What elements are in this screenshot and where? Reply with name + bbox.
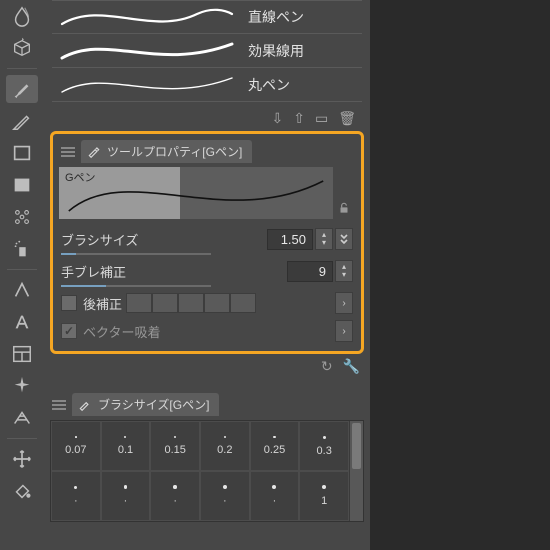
rectangle-fill-icon[interactable]: [6, 171, 38, 199]
preset-label: 直線ペン: [242, 7, 362, 27]
brush-size-cell[interactable]: 1: [299, 471, 349, 521]
perspective-tool-icon[interactable]: [6, 404, 38, 432]
brush-size-panel: ブラシサイズ[Gペン] 0.07 0.1 0.15 0.2 0.25 0.3 ·…: [50, 387, 364, 522]
brush-preset-item[interactable]: 丸ペン: [52, 68, 362, 102]
panel-header: ツールプロパティ[Gペン]: [53, 134, 361, 165]
stabilization-row: 手ブレ補正 9 ▴▾: [61, 257, 353, 285]
stabilization-label: 手ブレ補正: [61, 262, 171, 281]
reset-property-icon[interactable]: ↻: [321, 358, 333, 375]
preset-label: 効果線用: [242, 41, 362, 61]
post-correction-checkbox[interactable]: [61, 295, 77, 311]
left-toolbar: [0, 0, 44, 550]
export-preset-icon[interactable]: ⇧: [293, 110, 305, 127]
panel-menu-icon[interactable]: [52, 400, 66, 410]
fill-tool-icon[interactable]: [6, 477, 38, 505]
vector-snap-checkbox[interactable]: [61, 323, 77, 339]
brush-size-cell[interactable]: 0.07: [51, 421, 101, 471]
preset-stroke-preview: [52, 36, 242, 66]
tool-property-footer: ↻ 🔧: [44, 354, 370, 381]
vector-snap-row: ベクター吸着 ›: [61, 317, 353, 345]
post-correction-expand[interactable]: ›: [335, 292, 353, 314]
rectangle-outline-icon[interactable]: [6, 139, 38, 167]
stabilization-stepper[interactable]: ▴▾: [335, 260, 353, 282]
brush-size-label: ブラシサイズ: [61, 230, 171, 249]
wrench-icon[interactable]: 🔧: [343, 358, 360, 375]
preset-panel-actions: ⇩ ⇧ ▭ 🗑: [44, 106, 370, 131]
brush-size-grid: 0.07 0.1 0.15 0.2 0.25 0.3 · · · · · 1: [51, 421, 349, 521]
vector-snap-label: ベクター吸着: [83, 322, 160, 341]
new-preset-icon[interactable]: ▭: [315, 110, 328, 127]
panel-tool-icon[interactable]: [6, 340, 38, 368]
preset-stroke-preview: [52, 70, 242, 100]
stabilization-value[interactable]: 9: [287, 261, 333, 282]
brush-size-cell[interactable]: 0.25: [250, 421, 300, 471]
stabilization-slider[interactable]: [61, 285, 211, 287]
vector-edit-icon[interactable]: [6, 276, 38, 304]
panel-tab[interactable]: ブラシサイズ[Gペン]: [72, 393, 219, 416]
brush-size-cell[interactable]: ·: [51, 471, 101, 521]
brush-size-expand[interactable]: [335, 228, 353, 250]
post-correction-label: 後補正: [83, 294, 122, 313]
brush-preset-item[interactable]: 効果線用: [52, 34, 362, 68]
canvas-area[interactable]: [370, 0, 550, 550]
sparkle-tool-icon[interactable]: [6, 372, 38, 400]
brush-size-cell[interactable]: ·: [150, 471, 200, 521]
post-correction-segments[interactable]: [126, 293, 256, 313]
brush-size-row: ブラシサイズ 1.50 ▴▾: [61, 225, 353, 253]
brush-size-cell[interactable]: 0.2: [200, 421, 250, 471]
brush-size-cell[interactable]: 0.3: [299, 421, 349, 471]
panel-title: ブラシサイズ[Gペン]: [98, 396, 209, 413]
preset-label: 丸ペン: [242, 75, 362, 95]
preset-stroke-preview: [52, 2, 242, 32]
post-correction-row: 後補正 ›: [61, 289, 353, 317]
panels-column: 直線ペン 効果線用 丸ペン ⇩ ⇧ ▭ 🗑 ツールプロパティ[Gペン]: [44, 0, 370, 550]
cube-select-icon[interactable]: [6, 34, 38, 62]
brush-curve-preview[interactable]: Gペン: [59, 167, 333, 219]
vector-snap-expand[interactable]: ›: [335, 320, 353, 342]
brush-size-cell[interactable]: ·: [200, 471, 250, 521]
brush-size-cell[interactable]: ·: [250, 471, 300, 521]
import-preset-icon[interactable]: ⇩: [272, 110, 284, 127]
spray-tool-icon[interactable]: [6, 235, 38, 263]
brush-size-cell[interactable]: 0.15: [150, 421, 200, 471]
lock-icon[interactable]: [333, 167, 355, 219]
pen-tool-icon[interactable]: [6, 107, 38, 135]
brush-size-cell[interactable]: ·: [101, 471, 151, 521]
panel-menu-icon[interactable]: [61, 147, 75, 157]
brush-size-slider[interactable]: [61, 253, 211, 255]
panel-tab[interactable]: ツールプロパティ[Gペン]: [81, 140, 252, 163]
pattern-tool-icon[interactable]: [6, 203, 38, 231]
brush-size-value[interactable]: 1.50: [267, 229, 313, 250]
tool-property-panel: ツールプロパティ[Gペン] Gペン ブラシサイズ 1.50 ▴▾: [50, 131, 364, 354]
panel-title: ツールプロパティ[Gペン]: [107, 143, 242, 160]
move-tool-icon[interactable]: [6, 445, 38, 473]
brush-preset-item[interactable]: 直線ペン: [52, 0, 362, 34]
brush-size-stepper[interactable]: ▴▾: [315, 228, 333, 250]
brush-size-cell[interactable]: 0.1: [101, 421, 151, 471]
brush-size-scrollbar[interactable]: [349, 421, 363, 521]
text-tool-icon[interactable]: [6, 308, 38, 336]
brush-tool-icon[interactable]: [6, 75, 38, 103]
droplet-icon[interactable]: [6, 2, 38, 30]
brush-preset-list: 直線ペン 効果線用 丸ペン: [44, 0, 370, 106]
delete-preset-icon[interactable]: 🗑: [338, 110, 356, 127]
